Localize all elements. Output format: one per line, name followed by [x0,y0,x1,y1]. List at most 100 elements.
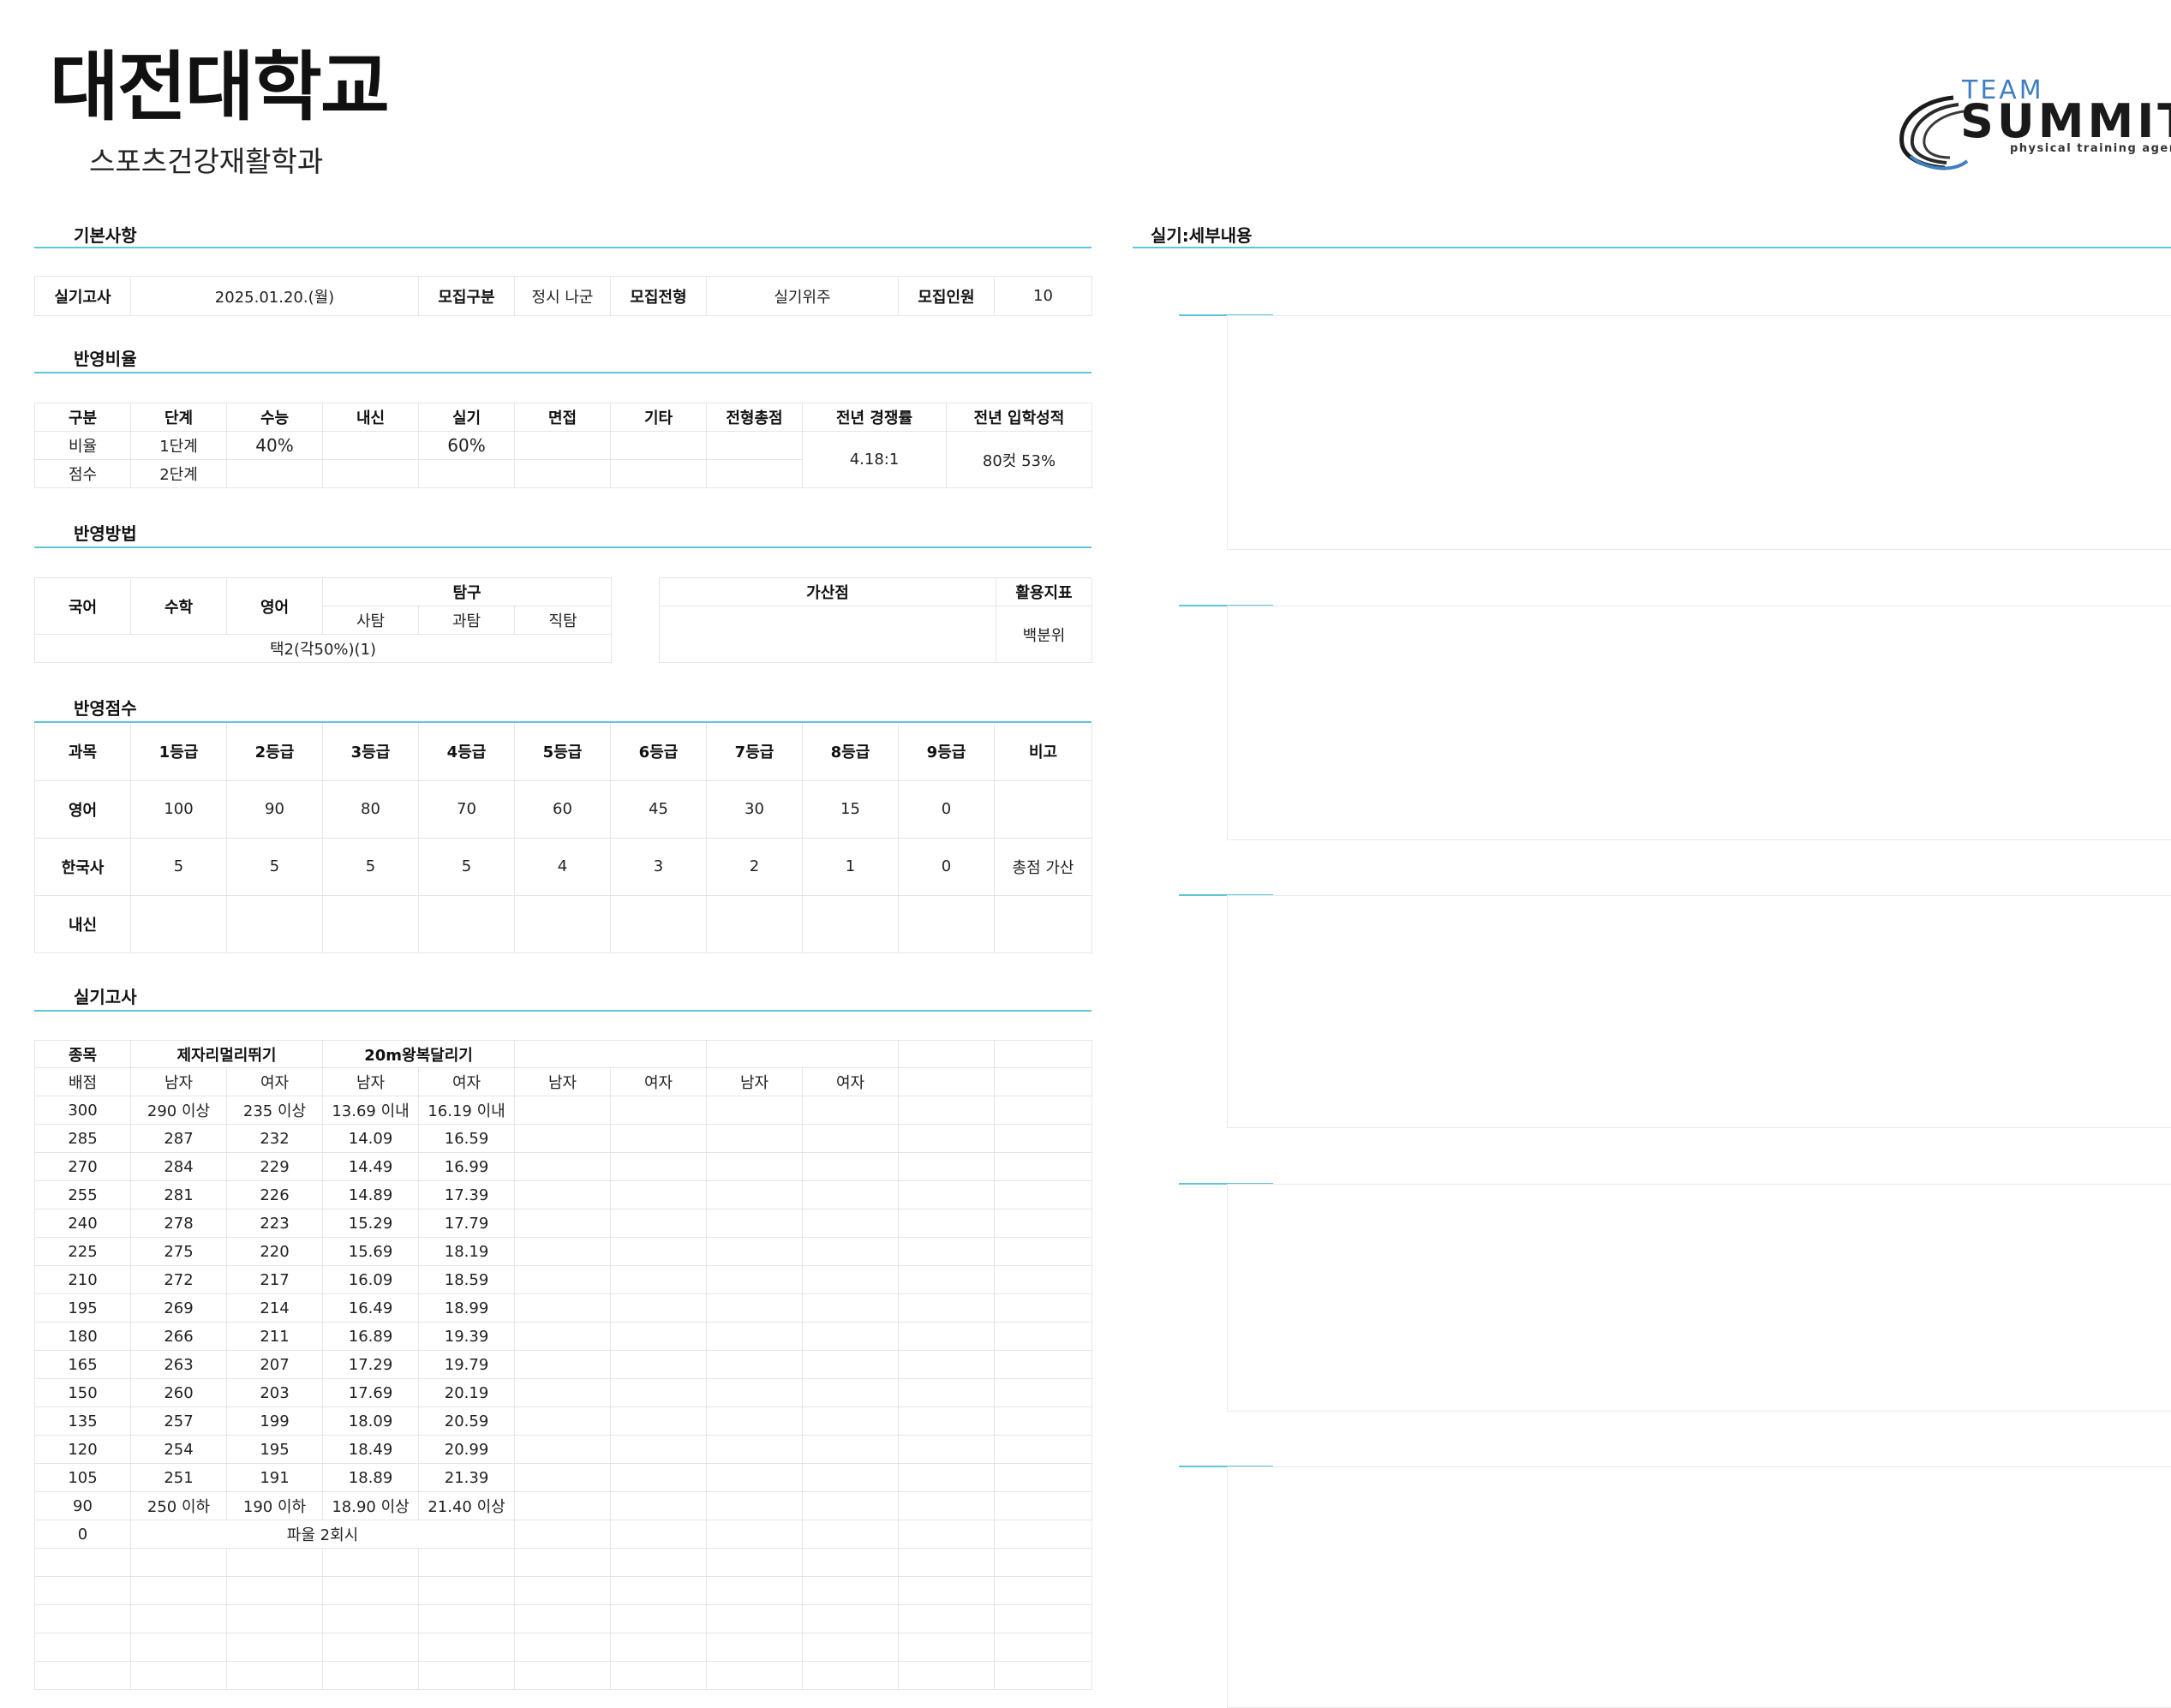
empty-cell [130,1633,227,1662]
practical-cell: 21.40 이상 [418,1491,516,1520]
score-header: 6등급 [610,723,707,781]
empty-cell [610,1491,708,1520]
practical-cell: 15.29 [322,1209,420,1238]
detail-panel [1227,1184,2171,1412]
section-title-method: 반영방법 [74,523,137,544]
empty-cell [898,1661,996,1690]
practical-cell: 229 [225,1152,324,1181]
practical-cell: 203 [225,1378,324,1407]
score-header: 5등급 [514,723,611,781]
score-table: 과목 1등급 2등급 3등급 4등급 5등급 6등급 7등급 8등급 9등급 비… [34,723,1092,953]
practical-cell: 191 [225,1463,324,1492]
method-bonus-table: 가산점 활용지표 백분위 [659,577,1092,663]
gender-female: 여자 [802,1067,900,1096]
score-header: 과목 [34,723,131,781]
ratio-cell: 비율 [34,431,131,460]
score-row-label: 한국사 [34,837,131,896]
score-header: 1등급 [130,723,227,781]
score-cell [226,894,323,953]
practical-cell: 281 [130,1180,227,1209]
ratio-cell: 1단계 [130,431,227,460]
practical-cell: 14.49 [322,1152,420,1181]
empty-cell [802,1237,900,1266]
ratio-cell [514,431,611,460]
practical-cell: 300 [34,1096,131,1125]
empty-cell [610,1576,708,1605]
practical-cell: 20.59 [418,1406,516,1436]
score-cell: 45 [610,779,707,839]
practical-row: 105 251 191 18.89 21.39 [34,1463,1093,1492]
english-label: 영어 [226,577,323,635]
practical-row: 225 275 220 15.69 18.19 [34,1237,1093,1266]
practical-row [34,1661,1093,1690]
score-cell: 5 [418,837,515,896]
empty-cell [802,1463,900,1492]
practical-cell: 18.59 [418,1265,516,1294]
score-cell: 5 [322,837,419,896]
score-row-label: 영어 [34,779,131,839]
section-title-score: 반영점수 [74,698,137,719]
practical-cell: 19.79 [418,1350,516,1379]
score-header: 4등급 [418,723,515,781]
ratio-header: 전년 입학성적 [946,403,1092,432]
empty-cell [225,1548,324,1577]
empty-cell [514,1604,612,1633]
bonus-label: 가산점 [659,577,996,606]
score-cell [898,894,995,953]
score-cell: 0 [898,779,995,839]
empty-cell [610,1322,708,1351]
empty-cell [706,1040,900,1068]
empty-cell [706,1378,804,1407]
empty-cell [706,1463,804,1492]
empty-cell [610,1633,708,1662]
empty-cell [514,1463,612,1492]
empty-cell [994,1209,1093,1238]
ratio-cell: 2단계 [130,459,227,488]
empty-cell [994,1491,1093,1520]
practical-cell: 17.79 [418,1209,516,1238]
practical-row [34,1576,1093,1605]
practical-row [34,1604,1093,1633]
empty-cell [418,1604,516,1633]
empty-cell [706,1661,804,1690]
practical-cell: 14.89 [322,1180,420,1209]
practical-row: 270 284 229 14.49 16.99 [34,1152,1093,1181]
empty-cell [706,1548,804,1577]
practical-cell: 210 [34,1265,131,1294]
empty-cell [994,1661,1093,1690]
practical-cell: 287 [130,1124,227,1153]
practical-cell: 251 [130,1463,227,1492]
practical-cell: 18.99 [418,1293,516,1323]
practical-cell: 211 [225,1322,324,1351]
score-cell: 0 [898,837,995,896]
practical-cell: 14.09 [322,1124,420,1153]
empty-cell [898,1378,996,1407]
empty-cell [898,1491,996,1520]
empty-cell [994,1237,1093,1266]
score-cell: 3 [610,837,707,896]
empty-cell [802,1209,900,1238]
practical-cell: 18.09 [322,1406,420,1436]
score-label: 배점 [34,1067,131,1096]
empty-cell [610,1096,708,1125]
empty-cell [610,1180,708,1209]
empty-cell [610,1293,708,1323]
practical-cell: 232 [225,1124,324,1153]
score-header: 3등급 [322,723,419,781]
practical-cell: 278 [130,1209,227,1238]
ratio-cell: 점수 [34,459,131,488]
empty-cell [898,1152,996,1181]
section-title-basic: 기본사항 [74,225,137,246]
practical-row: 300 290 이상 235 이상 13.69 이내 16.19 이내 [34,1096,1093,1125]
empty-cell [802,1180,900,1209]
empty-cell [514,1237,612,1266]
ratio-header: 전년 경쟁률 [802,403,947,432]
empty-cell [802,1406,900,1436]
practical-cell: 13.69 이내 [322,1096,420,1125]
empty-cell [130,1576,227,1605]
practical-cell: 255 [34,1180,131,1209]
empty-cell [898,1180,996,1209]
score-cell: 1 [802,837,899,896]
empty-cell [994,1633,1093,1662]
empty-cell [322,1633,420,1662]
